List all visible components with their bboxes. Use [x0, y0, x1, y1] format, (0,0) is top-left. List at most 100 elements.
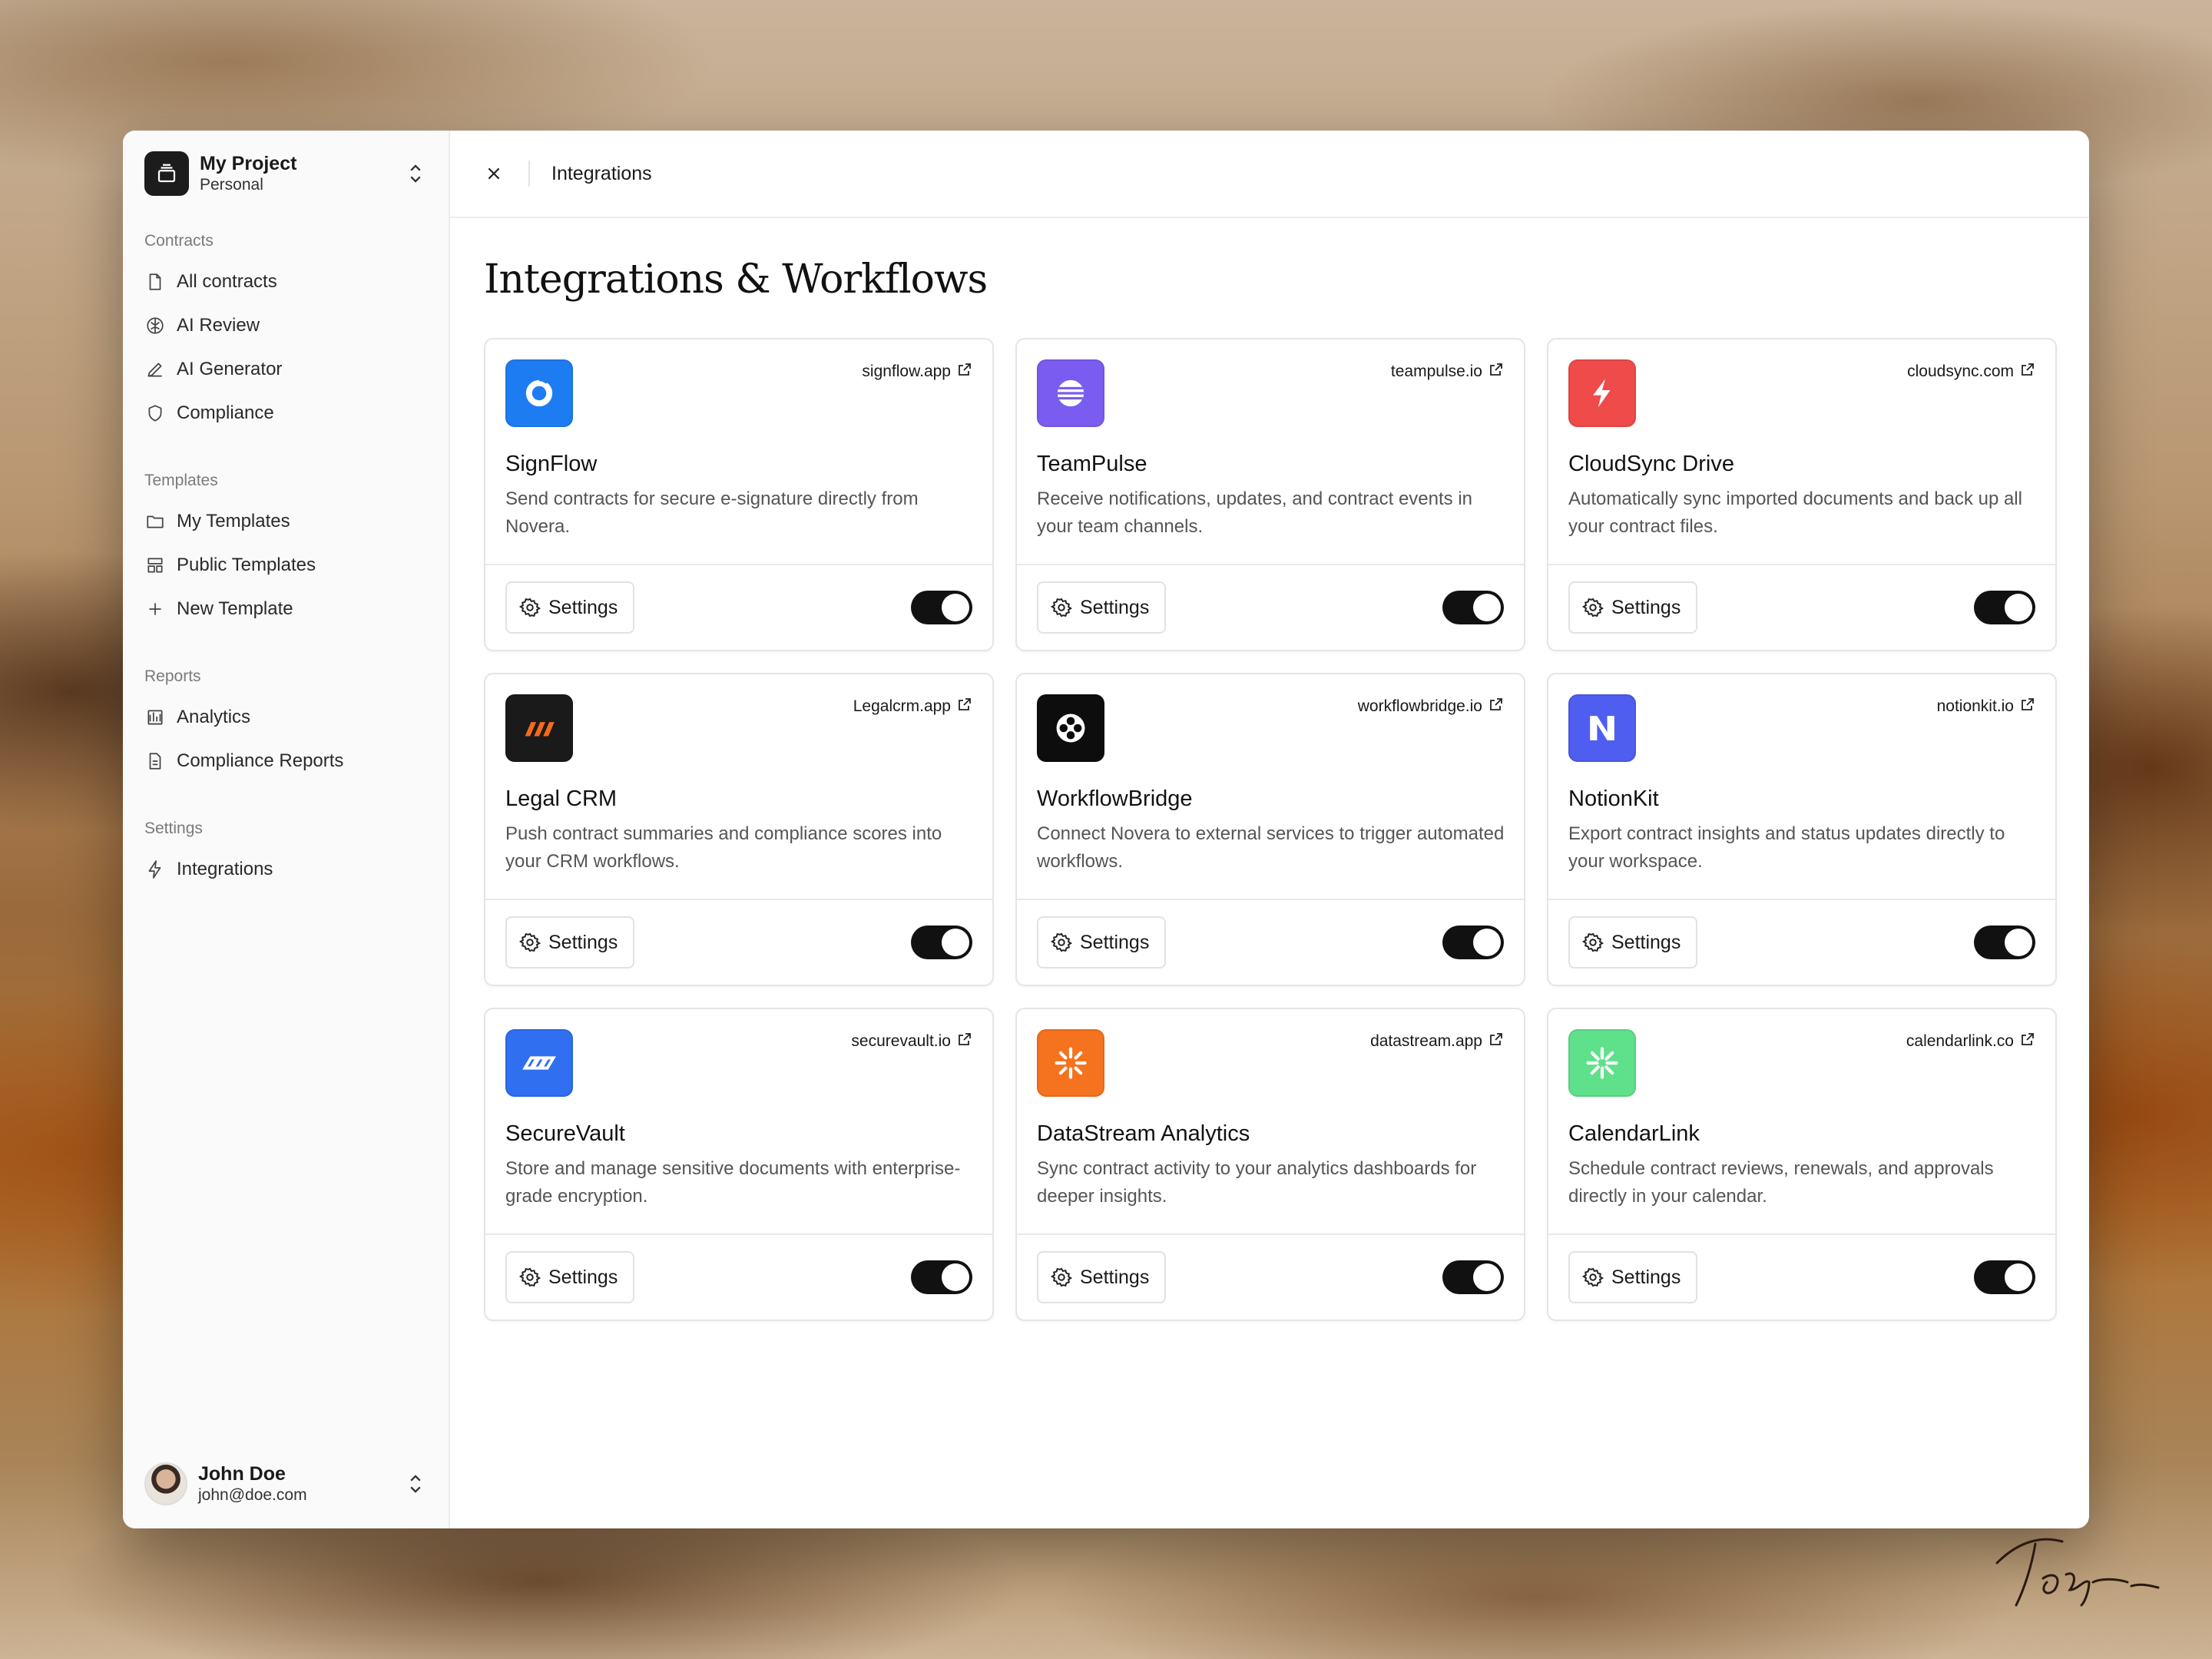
external-link[interactable]: workflowbridge.io [1358, 697, 1504, 716]
integrations-grid: signflow.app SignFlow Send contracts for… [484, 338, 2057, 1321]
sidebar-item-label: Compliance Reports [177, 750, 344, 771]
integration-toggle[interactable] [911, 926, 972, 959]
sidebar-item-label: Integrations [177, 858, 273, 879]
sidebar-item-ai-review[interactable]: AI Review [144, 303, 427, 347]
sidebar-item-public-templates[interactable]: Public Templates [144, 543, 427, 587]
integration-name: NotionKit [1568, 786, 1659, 811]
gear-icon [1051, 932, 1072, 952]
integration-url[interactable]: Legalcrm.app [853, 697, 951, 716]
external-link-icon [1490, 363, 1502, 376]
settings-button[interactable]: Settings [505, 1251, 635, 1303]
sidebar-item-label: New Template [177, 598, 293, 619]
sidebar-item-my-templates[interactable]: My Templates [144, 499, 427, 543]
integration-url[interactable]: notionkit.io [1937, 697, 2014, 716]
sidebar-item-new-template[interactable]: New Template [144, 587, 427, 631]
integration-url[interactable]: workflowbridge.io [1358, 697, 1482, 716]
toggle-knob [2005, 929, 2032, 956]
integration-card-teampulse: teampulse.io TeamPulse Receive notificat… [1015, 338, 1525, 651]
integration-toggle[interactable] [1974, 591, 2035, 624]
page-title: Integrations & Workflows [484, 257, 988, 303]
avatar [144, 1462, 187, 1505]
external-link[interactable]: calendarlink.co [1906, 1032, 2035, 1051]
chevron-up-down-icon[interactable] [404, 158, 427, 189]
integration-toggle[interactable] [1974, 926, 2035, 959]
settings-button[interactable]: Settings [1568, 1251, 1698, 1303]
settings-button[interactable]: Settings [505, 581, 635, 634]
legalcrm-logo-icon [505, 694, 573, 762]
section-label-reports: Reports [144, 667, 201, 685]
external-link[interactable]: signflow.app [862, 363, 972, 381]
breadcrumb: Integrations [551, 162, 652, 184]
notionkit-logo-icon [1568, 694, 1636, 762]
report-icon [144, 750, 166, 772]
integration-card-notionkit: notionkit.io NotionKit Export contract i… [1547, 673, 2057, 986]
integration-toggle[interactable] [1442, 1260, 1504, 1294]
gear-icon [1051, 1267, 1072, 1287]
datastream-logo-icon [1037, 1029, 1104, 1097]
integration-name: Legal CRM [505, 786, 618, 811]
user-menu[interactable]: John Doe john@doe.com [144, 1459, 427, 1508]
integration-description: Connect Novera to external services to t… [1037, 823, 1505, 872]
integration-toggle[interactable] [911, 1260, 972, 1294]
integration-card-calendarlink: calendarlink.co CalendarLink Schedule co… [1547, 1008, 2057, 1321]
settings-label: Settings [1611, 1266, 1681, 1288]
close-icon[interactable] [482, 162, 505, 185]
shield-icon [144, 402, 166, 424]
chevron-up-down-icon[interactable] [404, 1469, 427, 1499]
gear-icon [519, 1267, 541, 1287]
settings-button[interactable]: Settings [1037, 1251, 1167, 1303]
external-link[interactable]: cloudsync.com [1907, 363, 2035, 381]
integration-name: WorkflowBridge [1037, 786, 1193, 811]
integration-url[interactable]: teampulse.io [1391, 363, 1482, 381]
sidebar-item-ai-generator[interactable]: AI Generator [144, 347, 427, 391]
calendarlink-logo-icon [1568, 1029, 1636, 1097]
integration-description: Automatically sync imported documents an… [1568, 488, 2022, 537]
user-name: John Doe [198, 1463, 286, 1485]
external-link[interactable]: Legalcrm.app [853, 697, 972, 716]
settings-label: Settings [1611, 931, 1681, 953]
sidebar-item-analytics[interactable]: Analytics [144, 695, 427, 739]
integration-toggle[interactable] [1974, 1260, 2035, 1294]
sidebar-item-all-contracts[interactable]: All contracts [144, 260, 427, 303]
project-switcher[interactable]: My Project Personal [144, 151, 427, 197]
bolt-icon [144, 859, 166, 880]
settings-button[interactable]: Settings [1568, 581, 1698, 634]
sidebar-item-label: Analytics [177, 706, 251, 727]
integration-description: Schedule contract reviews, renewals, and… [1568, 1158, 1994, 1207]
settings-button[interactable]: Settings [1037, 916, 1167, 969]
integration-url[interactable]: datastream.app [1370, 1032, 1482, 1051]
gear-icon [1582, 598, 1604, 618]
external-link[interactable]: datastream.app [1370, 1032, 1504, 1051]
external-link-icon [2022, 698, 2034, 710]
pen-icon [144, 359, 166, 380]
gear-icon [1582, 1267, 1604, 1287]
integration-url[interactable]: securevault.io [851, 1032, 951, 1051]
project-name: My Project [200, 153, 297, 174]
integration-toggle[interactable] [1442, 926, 1504, 959]
integration-description: Send contracts for secure e-signature di… [505, 488, 919, 537]
brain-icon [144, 315, 166, 336]
artist-signature [1995, 1538, 2160, 1607]
sidebar-item-integrations[interactable]: Integrations [144, 847, 427, 891]
external-link[interactable]: securevault.io [851, 1032, 972, 1051]
sidebar-item-label: All contracts [177, 270, 277, 292]
settings-button[interactable]: Settings [1037, 581, 1167, 634]
sidebar-nav: Contracts All contracts AI Review AI Genera… [144, 232, 427, 891]
file-icon [144, 271, 166, 293]
integration-url[interactable]: cloudsync.com [1907, 363, 2014, 381]
sidebar-item-compliance-reports[interactable]: Compliance Reports [144, 739, 427, 783]
sidebar-item-label: My Templates [177, 510, 290, 531]
layout-icon [144, 555, 166, 576]
external-link[interactable]: teampulse.io [1391, 363, 1504, 381]
integration-toggle[interactable] [911, 591, 972, 624]
external-link[interactable]: notionkit.io [1937, 697, 2035, 716]
settings-button[interactable]: Settings [1568, 916, 1698, 969]
integration-url[interactable]: signflow.app [862, 363, 951, 381]
integration-url[interactable]: calendarlink.co [1906, 1032, 2014, 1051]
project-logo-icon [144, 151, 189, 196]
securevault-logo-icon [505, 1029, 573, 1097]
settings-button[interactable]: Settings [505, 916, 635, 969]
integration-toggle[interactable] [1442, 591, 1504, 624]
sidebar-item-compliance[interactable]: Compliance [144, 391, 427, 435]
integration-description: Receive notifications, updates, and cont… [1037, 488, 1472, 537]
